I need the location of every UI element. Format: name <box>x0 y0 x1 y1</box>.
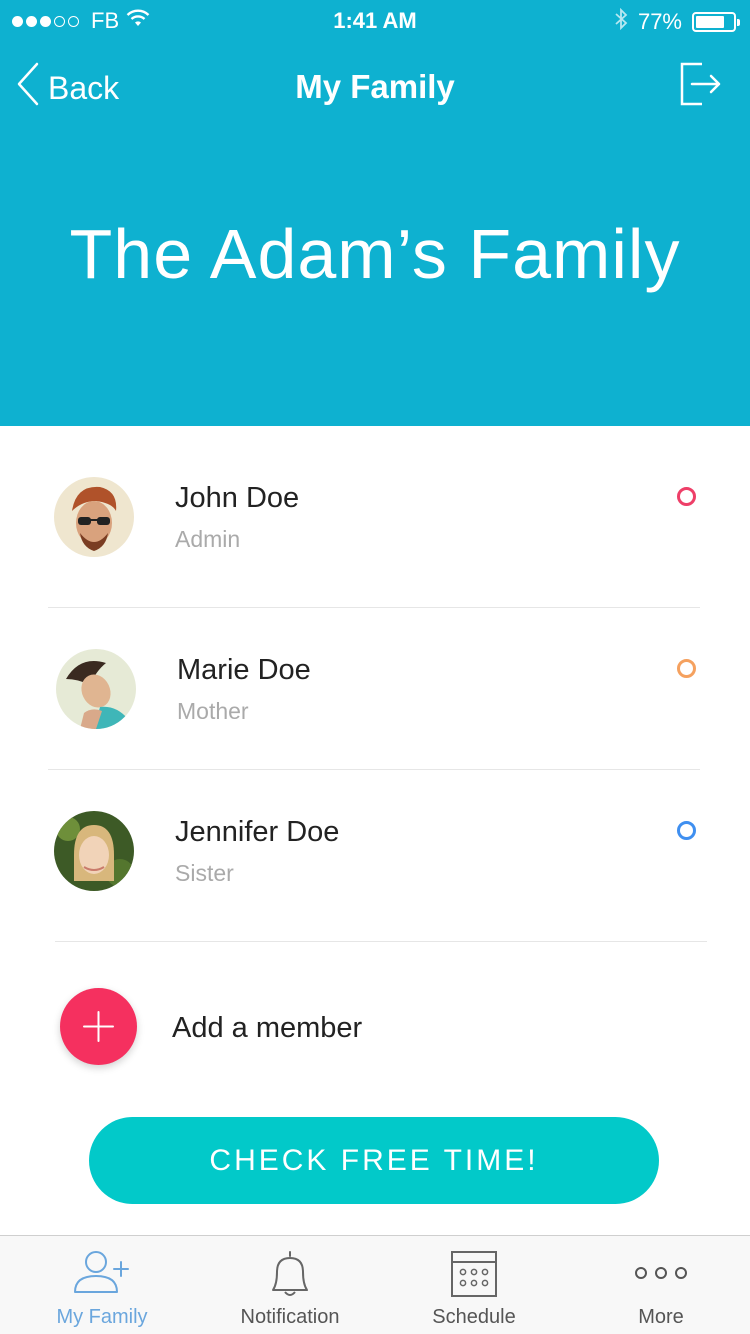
tab-label: Schedule <box>432 1306 516 1328</box>
status-indicator <box>677 487 696 506</box>
bell-icon <box>196 1248 384 1298</box>
divider <box>48 769 700 770</box>
member-role: Admin <box>175 526 241 552</box>
calendar-icon <box>380 1248 568 1298</box>
status-bar: FB 1:41 AM 77% <box>0 0 750 40</box>
add-member-button[interactable]: Add a member <box>60 988 660 1066</box>
divider <box>55 941 707 942</box>
exit-icon <box>680 62 722 110</box>
page-title: My Family <box>295 68 455 105</box>
divider <box>48 607 700 608</box>
tab-bar: My Family Notification Schedule More <box>0 1235 750 1334</box>
tab-notification[interactable]: Notification <box>196 1236 384 1334</box>
tab-schedule[interactable]: Schedule <box>380 1236 568 1334</box>
family-title: The Adam’s Family <box>69 215 681 293</box>
tab-label: Notification <box>240 1306 340 1328</box>
status-indicator <box>677 659 696 678</box>
member-role: Mother <box>177 698 249 724</box>
member-row[interactable]: Marie Doe Mother <box>48 620 700 780</box>
battery-icon <box>692 12 740 32</box>
header: FB 1:41 AM 77% Back My Family The Adam’s… <box>0 0 750 426</box>
avatar <box>56 649 136 729</box>
member-name: Marie Doe <box>177 654 311 686</box>
exit-button[interactable] <box>680 62 722 111</box>
tab-label: My Family <box>56 1306 148 1328</box>
add-member-label: Add a member <box>172 1012 363 1044</box>
more-dots-icon <box>567 1248 750 1298</box>
battery-percent: 77% <box>637 9 682 34</box>
avatar <box>54 477 134 557</box>
navigation-bar: Back My Family <box>0 56 750 116</box>
tab-label: More <box>638 1306 684 1328</box>
member-row[interactable]: John Doe Admin <box>48 448 700 608</box>
bluetooth-icon <box>614 7 628 36</box>
check-free-time-button[interactable]: CHECK FREE TIME! <box>89 1117 659 1204</box>
member-role: Sister <box>175 860 234 886</box>
tab-my-family[interactable]: My Family <box>8 1236 196 1334</box>
avatar <box>54 811 134 891</box>
plus-icon <box>60 988 137 1065</box>
battery-area: 77% <box>614 7 740 36</box>
member-row[interactable]: Jennifer Doe Sister <box>48 782 700 942</box>
member-name: Jennifer Doe <box>175 816 340 848</box>
tab-more[interactable]: More <box>567 1236 750 1334</box>
add-user-icon <box>8 1248 196 1298</box>
member-name: John Doe <box>175 482 300 514</box>
status-indicator <box>677 821 696 840</box>
